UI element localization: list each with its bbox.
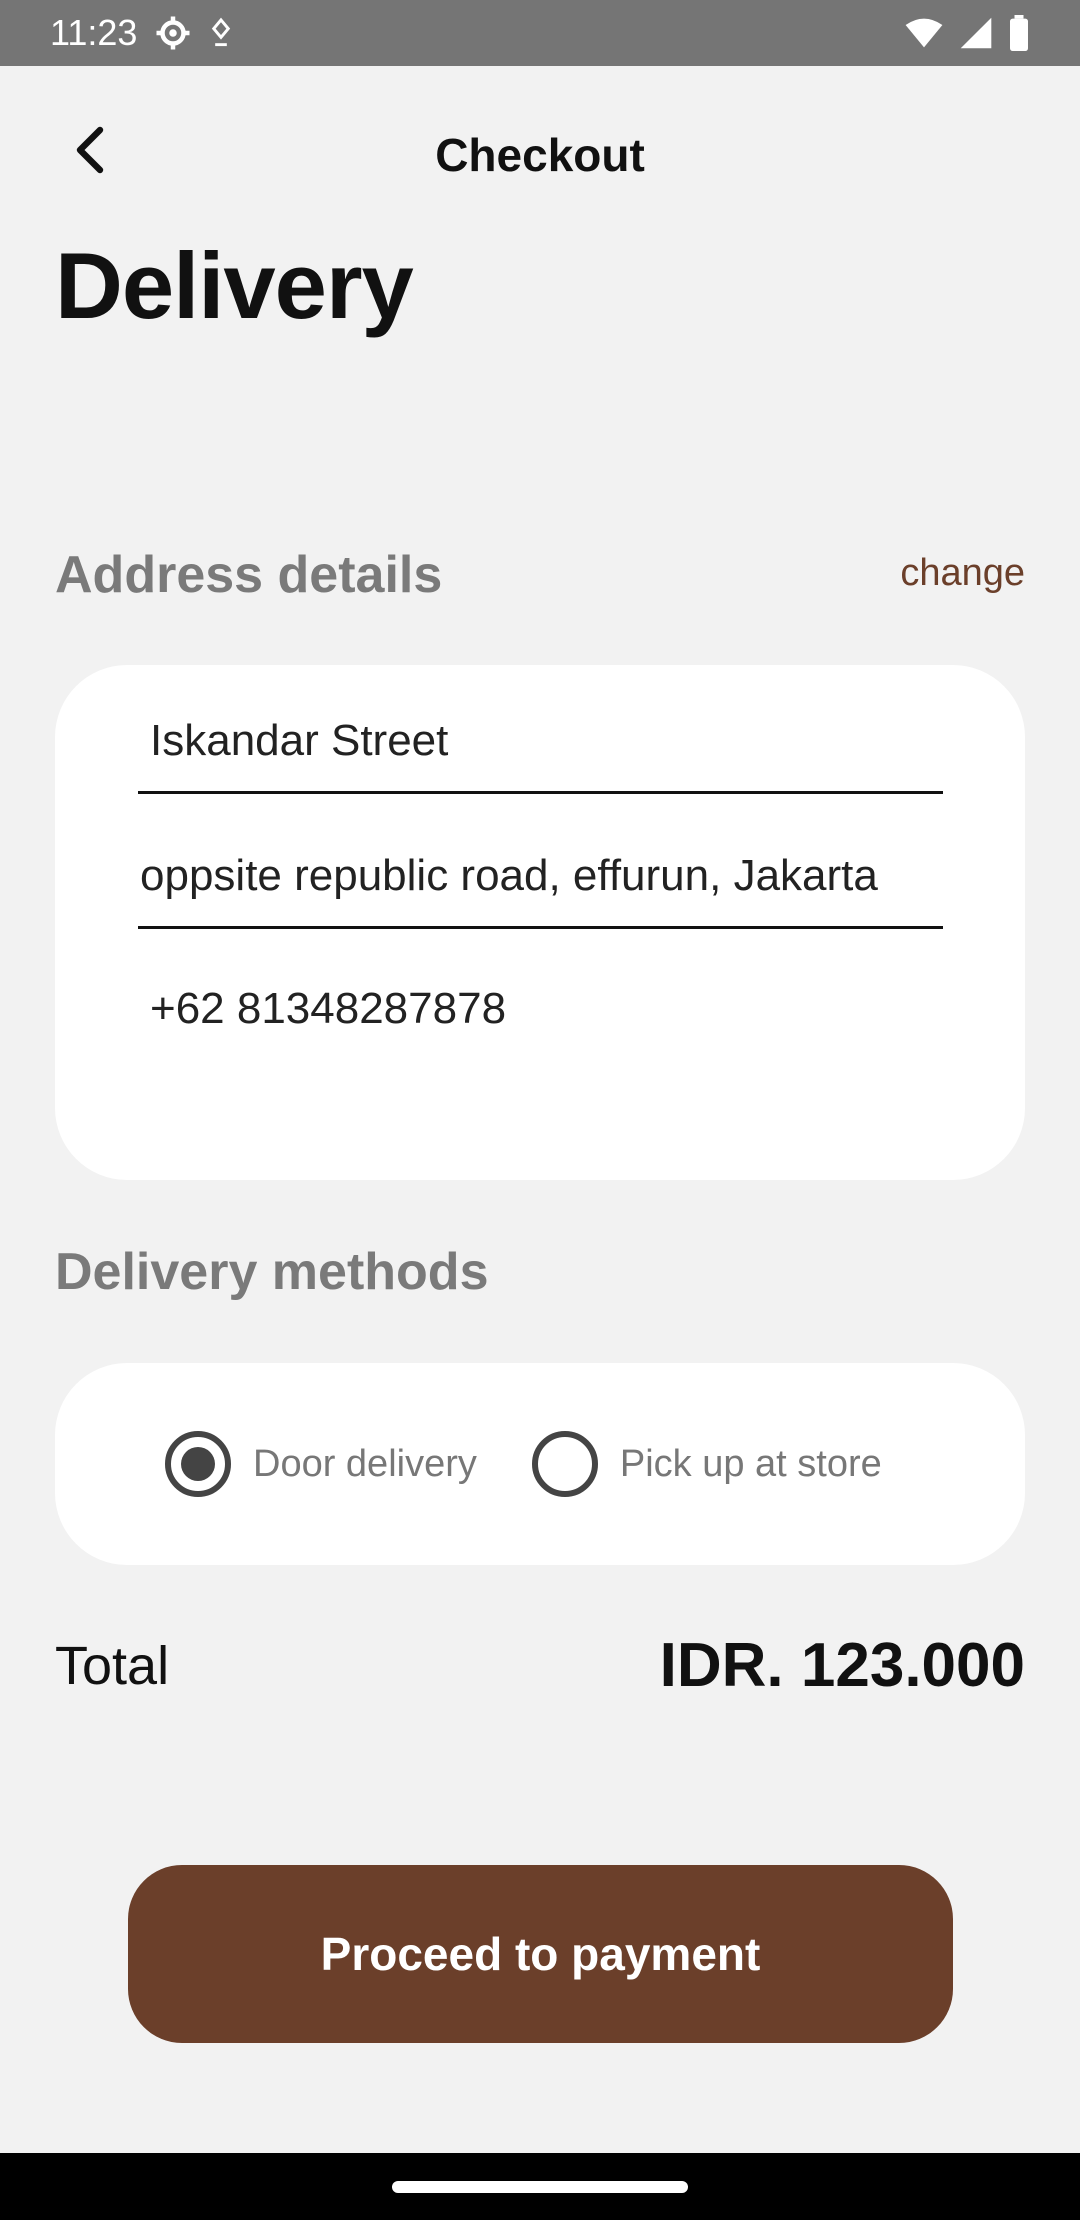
- total-value: IDR. 123.000: [659, 1631, 1025, 1700]
- door-delivery-radio[interactable]: [165, 1431, 231, 1497]
- status-time: 11:23: [50, 12, 138, 53]
- app-bar-title: Checkout: [435, 129, 645, 181]
- street-field[interactable]: Iskandar Street: [138, 690, 943, 794]
- pickup-label: Pick up at store: [619, 1442, 882, 1485]
- phone-field[interactable]: +62 81348287878: [138, 957, 943, 1061]
- delivery-methods-title: Delivery methods: [55, 1243, 489, 1301]
- door-delivery-label: Door delivery: [253, 1442, 477, 1485]
- page-title: Delivery: [55, 233, 414, 338]
- address-details-field[interactable]: oppsite republic road, effurun, Jakarta: [138, 825, 943, 929]
- wifi-icon: [904, 17, 944, 49]
- radio-selected-dot: [181, 1447, 215, 1481]
- pickup-option[interactable]: Pick up at store: [531, 1431, 882, 1497]
- street-text: Iskandar Street: [150, 715, 449, 765]
- door-delivery-option[interactable]: Door delivery: [165, 1431, 477, 1497]
- pickup-radio[interactable]: [531, 1431, 598, 1497]
- address-section-title: Address details: [55, 546, 443, 604]
- status-left: 11:23: [50, 12, 233, 54]
- navigation-bar: [0, 2153, 1080, 2220]
- location-icon: [209, 17, 233, 49]
- total-label: Total: [55, 1636, 170, 1696]
- address-card: Iskandar Street oppsite republic road, e…: [55, 665, 1025, 1180]
- change-address-link[interactable]: change: [900, 552, 1025, 595]
- signal-icon: [958, 16, 994, 50]
- gear-icon: [155, 15, 191, 51]
- phone-text: +62 81348287878: [150, 984, 507, 1033]
- status-bar: 11:23: [0, 0, 1080, 66]
- proceed-to-payment-button[interactable]: Proceed to payment: [128, 1865, 953, 2043]
- battery-icon: [1008, 15, 1030, 51]
- address-details-text: oppsite republic road, effurun, Jakarta: [140, 850, 878, 900]
- checkout-screen: 11:23 Checkout Delivery Address details …: [0, 0, 1080, 2220]
- delivery-methods-card: Door delivery Pick up at store: [55, 1363, 1025, 1565]
- home-indicator[interactable]: [392, 2180, 688, 2193]
- status-right: [904, 15, 1030, 51]
